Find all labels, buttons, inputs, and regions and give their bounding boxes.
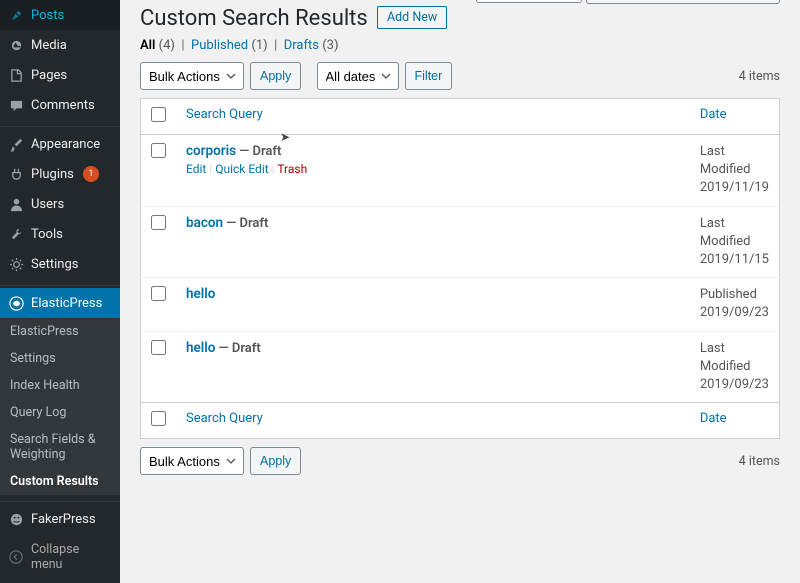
add-new-button[interactable]: Add New bbox=[377, 6, 447, 29]
post-state: — Draft bbox=[223, 216, 268, 231]
filter-button[interactable]: Filter bbox=[405, 62, 453, 90]
sidebar-item-appearance[interactable]: Appearance bbox=[0, 129, 120, 159]
row-title-link[interactable]: bacon bbox=[186, 215, 223, 231]
posts-table: Search Query Date corporis — Draft Edit |… bbox=[140, 98, 780, 439]
table-row: corporis — Draft Edit | Quick Edit | Tras… bbox=[141, 135, 780, 207]
row-checkbox[interactable] bbox=[151, 215, 166, 230]
gear-icon bbox=[8, 256, 24, 272]
sidebar-item-label: Media bbox=[31, 38, 67, 53]
sidebar-item-users[interactable]: Users bbox=[0, 189, 120, 219]
search-button[interactable]: Search Custom Search Results bbox=[586, 0, 780, 4]
sidebar-item-elasticpress[interactable]: ElasticPress bbox=[0, 288, 120, 318]
submenu-item-query-log[interactable]: Query Log bbox=[0, 399, 120, 426]
bulk-apply-button-bottom[interactable]: Apply bbox=[250, 447, 301, 475]
tablenav-bottom: Bulk Actions Apply 4 items bbox=[140, 445, 780, 477]
status-filters: All (4) | Published (1) | Drafts (3) bbox=[140, 38, 780, 53]
sidebar-item-label: Tools bbox=[31, 227, 63, 242]
brush-icon bbox=[8, 136, 24, 152]
submenu-item-index-health[interactable]: Index Health bbox=[0, 372, 120, 399]
sidebar-item-media[interactable]: Media bbox=[0, 30, 120, 60]
post-state: — Draft bbox=[236, 144, 281, 159]
sidebar-item-label: Appearance bbox=[31, 137, 100, 152]
pin-icon bbox=[8, 7, 24, 23]
sidebar-item-pages[interactable]: Pages bbox=[0, 60, 120, 90]
admin-sidebar: Posts Media Pages Comments Appearance Plugin… bbox=[0, 0, 120, 583]
row-checkbox[interactable] bbox=[151, 286, 166, 301]
column-title-foot[interactable]: Search Query bbox=[186, 411, 263, 426]
row-quick-edit[interactable]: Quick Edit bbox=[215, 162, 268, 176]
table-row: bacon — DraftEdit | Quick Edit | TrashLa… bbox=[141, 206, 780, 278]
post-state: — Draft bbox=[215, 341, 260, 356]
sidebar-item-label: Plugins bbox=[31, 167, 74, 182]
filter-all[interactable]: All bbox=[140, 38, 155, 53]
bulk-apply-button[interactable]: Apply bbox=[250, 62, 301, 90]
row-trash[interactable]: Trash bbox=[277, 162, 307, 176]
row-title-link[interactable]: corporis bbox=[186, 143, 236, 159]
elasticpress-icon bbox=[8, 295, 24, 311]
search-input[interactable] bbox=[476, 0, 582, 3]
column-date[interactable]: Date bbox=[700, 107, 727, 122]
column-date-foot[interactable]: Date bbox=[700, 411, 727, 426]
sidebar-item-tools[interactable]: Tools bbox=[0, 219, 120, 249]
page-title: Custom Search Results bbox=[140, 6, 368, 31]
row-date: Published2019/09/23 bbox=[690, 278, 780, 331]
row-checkbox[interactable] bbox=[151, 143, 166, 158]
filter-drafts[interactable]: Drafts bbox=[284, 38, 319, 53]
submenu-item-elasticpress[interactable]: ElasticPress bbox=[0, 318, 120, 345]
item-count-bottom: 4 items bbox=[739, 454, 780, 469]
table-row: helloEdit | Quick Edit | TrashPublished2… bbox=[141, 278, 780, 331]
update-badge: 1 bbox=[83, 166, 99, 182]
sidebar-item-label: Comments bbox=[31, 98, 95, 113]
tablenav-top: Bulk Actions Apply All dates Filter 4 it… bbox=[140, 60, 780, 92]
sidebar-item-plugins[interactable]: Plugins 1 bbox=[0, 159, 120, 189]
sidebar-item-posts[interactable]: Posts bbox=[0, 0, 120, 30]
media-icon bbox=[8, 37, 24, 53]
row-actions: Edit | Quick Edit | Trash bbox=[186, 162, 680, 176]
main-content: Custom Search Results Add New Search Cus… bbox=[120, 0, 800, 583]
search-box: Search Custom Search Results bbox=[476, 0, 780, 4]
comment-icon bbox=[8, 97, 24, 113]
select-all-bottom[interactable] bbox=[151, 411, 166, 426]
submenu-item-custom-results[interactable]: Custom Results bbox=[0, 468, 120, 495]
plug-icon bbox=[8, 166, 24, 182]
sidebar-item-label: FakerPress bbox=[31, 512, 96, 527]
date-filter-select[interactable]: All dates bbox=[317, 62, 399, 90]
row-title-link[interactable]: hello bbox=[186, 286, 215, 302]
sidebar-item-label: ElasticPress bbox=[31, 296, 102, 311]
sidebar-item-label: Pages bbox=[31, 68, 67, 83]
filter-published[interactable]: Published bbox=[191, 38, 248, 53]
submenu-item-search-fields-weighting[interactable]: Search Fields & Weighting bbox=[0, 426, 120, 468]
wrench-icon bbox=[8, 226, 24, 242]
row-date: Last Modified2019/11/15 bbox=[690, 206, 780, 278]
row-checkbox[interactable] bbox=[151, 340, 166, 355]
sidebar-item-fakerpress[interactable]: FakerPress bbox=[0, 504, 120, 534]
user-icon bbox=[8, 196, 24, 212]
faker-icon bbox=[8, 511, 24, 527]
page-icon bbox=[8, 67, 24, 83]
column-title[interactable]: Search Query bbox=[186, 107, 263, 122]
row-date: Last Modified2019/09/23 bbox=[690, 331, 780, 403]
row-date: Last Modified2019/11/19 bbox=[690, 135, 780, 207]
sidebar-item-label: Settings bbox=[31, 257, 78, 272]
collapse-icon bbox=[8, 549, 24, 565]
collapse-menu[interactable]: Collapse menu bbox=[0, 534, 120, 580]
sidebar-item-label: Posts bbox=[31, 8, 64, 23]
table-row: hello — DraftEdit | Quick Edit | TrashLa… bbox=[141, 331, 780, 403]
bulk-actions-select-bottom[interactable]: Bulk Actions bbox=[140, 447, 244, 475]
sidebar-item-label: Users bbox=[31, 197, 64, 212]
sidebar-item-settings[interactable]: Settings bbox=[0, 249, 120, 279]
bulk-actions-select[interactable]: Bulk Actions bbox=[140, 62, 244, 90]
submenu-item-settings[interactable]: Settings bbox=[0, 345, 120, 372]
sidebar-item-comments[interactable]: Comments bbox=[0, 90, 120, 120]
row-edit[interactable]: Edit bbox=[186, 162, 206, 176]
item-count: 4 items bbox=[739, 69, 780, 84]
row-title-link[interactable]: hello bbox=[186, 340, 215, 356]
select-all-top[interactable] bbox=[151, 107, 166, 122]
